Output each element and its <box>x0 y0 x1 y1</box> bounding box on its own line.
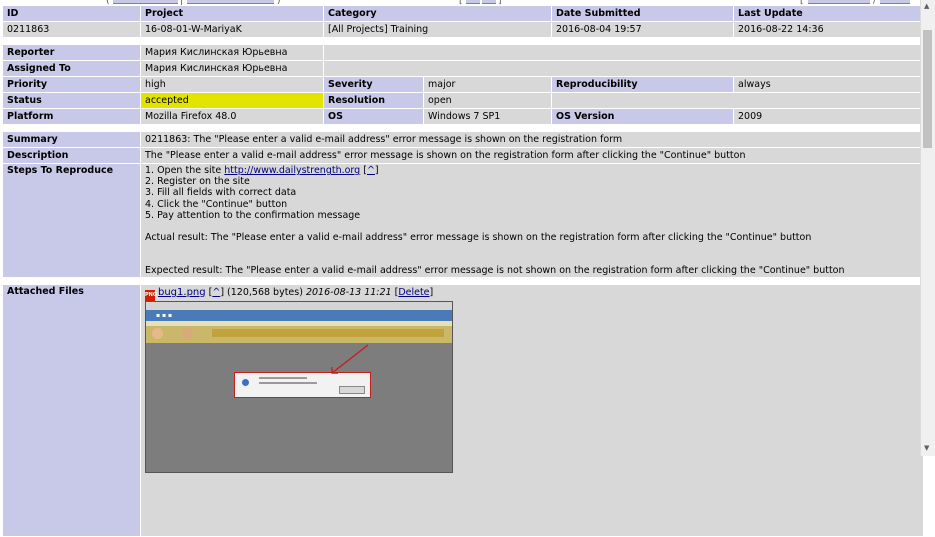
file-date: 2016-08-13 11:21 <box>305 286 392 298</box>
status-row-blank <box>552 93 924 108</box>
priority-value: high <box>141 77 323 92</box>
bug-details-table: ID Project Category Date Submitted Last … <box>2 5 924 537</box>
priority-label: Priority <box>3 77 140 92</box>
attached-files-row: Attached Files PNGbug1.png [^] (120,568 … <box>3 284 924 536</box>
png-file-icon: PNG <box>145 289 157 301</box>
expected-result: Expected result: The "Please enter a val… <box>145 265 845 277</box>
summary-value: 0211863: The "Please enter a valid e-mai… <box>141 132 924 147</box>
assigned-to-label: Assigned To <box>3 61 140 76</box>
description-value: The "Please enter a valid e-mail address… <box>141 148 924 163</box>
thumb-red-arrow-icon <box>331 344 369 374</box>
platform-value: Mozilla Firefox 48.0 <box>141 109 323 124</box>
severity-label: Severity <box>324 77 423 92</box>
reproducibility-label: Reproducibility <box>552 77 734 92</box>
project-value: 16-08-01-W-MariyaK <box>141 22 323 37</box>
status-badge: accepted <box>141 93 323 108</box>
steps-label: Steps To Reproduce <box>3 164 140 277</box>
assigned-to-value: Мария Кислинская Юрьевна <box>141 61 323 76</box>
assigned-row: Assigned To Мария Кислинская Юрьевна <box>3 61 924 76</box>
file-link[interactable]: bug1.png <box>158 287 206 298</box>
nav-link-stub[interactable] <box>880 0 910 4</box>
nav-link-stub[interactable] <box>113 0 178 4</box>
resolution-label: Resolution <box>324 93 423 108</box>
resolution-value: open <box>424 93 552 108</box>
severity-value: major <box>424 77 552 92</box>
last-update-value: 2016-08-22 14:36 <box>734 22 924 37</box>
category-value: [All Projects] Training <box>324 22 552 37</box>
scroll-down-arrow-icon[interactable]: ▼ <box>924 444 929 452</box>
attached-files-label: Attached Files <box>3 284 140 536</box>
priority-row: Priority high Severity major Reproducibi… <box>3 77 924 92</box>
date-submitted-header: Date Submitted <box>552 6 734 21</box>
category-header: Category <box>324 6 552 21</box>
site-link-caret[interactable]: ^ <box>367 165 375 176</box>
platform-label: Platform <box>3 109 140 124</box>
status-row: Status accepted Resolution open <box>3 93 924 108</box>
steps-list: 2. Register on the site 3. Fill all fiel… <box>145 176 361 221</box>
file-size: (120,568 bytes) <box>227 286 303 298</box>
reproducibility-value: always <box>734 77 924 92</box>
actual-result: Actual result: The "Please enter a valid… <box>145 232 812 244</box>
os-version-label: OS Version <box>552 109 734 124</box>
reporter-label: Reporter <box>3 45 140 60</box>
reporter-row: Reporter Мария Кислинская Юрьевна <box>3 45 924 60</box>
steps-value: 1. Open the site http://www.dailystrengt… <box>141 164 924 277</box>
project-header: Project <box>141 6 323 21</box>
date-submitted-value: 2016-08-04 19:57 <box>552 22 734 37</box>
file-entry: PNGbug1.png [^] (120,568 bytes) 2016-08-… <box>145 286 919 301</box>
os-label: OS <box>324 109 423 124</box>
row-spacer <box>3 38 924 44</box>
attachment-thumbnail[interactable]: ▪ ▪ ▪ <box>145 300 453 473</box>
os-version-value: 2009 <box>734 109 924 124</box>
platform-row: Platform Mozilla Firefox 48.0 OS Windows… <box>3 109 924 124</box>
nav-link-stub[interactable] <box>808 0 870 4</box>
scrollbar-thumb[interactable] <box>923 30 932 148</box>
reporter-value: Мария Кислинская Юрьевна <box>141 45 323 60</box>
scroll-up-arrow-icon[interactable]: ▲ <box>924 2 929 10</box>
steps-row: Steps To Reproduce 1. Open the site http… <box>3 164 924 277</box>
os-value: Windows 7 SP1 <box>424 109 552 124</box>
site-link[interactable]: http://www.dailystrength.org <box>224 165 360 176</box>
nav-link-stub[interactable] <box>187 0 274 4</box>
row-spacer <box>3 277 924 284</box>
row-spacer <box>3 125 924 131</box>
id-header: ID <box>3 6 140 21</box>
summary-label: Summary <box>3 132 140 147</box>
nav-link-stub[interactable] <box>482 0 496 4</box>
description-row: Description The "Please enter a valid e-… <box>3 148 924 163</box>
header-row: ID Project Category Date Submitted Last … <box>3 6 924 21</box>
step1-text: 1. Open the site <box>145 165 225 176</box>
status-label: Status <box>3 93 140 108</box>
last-update-header: Last Update <box>734 6 924 21</box>
bug-id-value: 0211863 <box>3 22 140 37</box>
top-nav-strip: ( | ) [ ] [ / <box>0 0 921 6</box>
reporter-blank <box>324 45 924 60</box>
assigned-blank <box>324 61 924 76</box>
file-caret-link[interactable]: ^ <box>212 287 220 298</box>
values-row: 0211863 16-08-01-W-MariyaK [All Projects… <box>3 22 924 37</box>
nav-link-stub[interactable] <box>466 0 480 4</box>
vertical-scrollbar[interactable]: ▲ ▼ <box>920 0 935 456</box>
description-label: Description <box>3 148 140 163</box>
summary-row: Summary 0211863: The "Please enter a val… <box>3 132 924 147</box>
attached-files-value: PNGbug1.png [^] (120,568 bytes) 2016-08-… <box>141 284 924 536</box>
delete-file-link[interactable]: Delete <box>398 287 429 298</box>
